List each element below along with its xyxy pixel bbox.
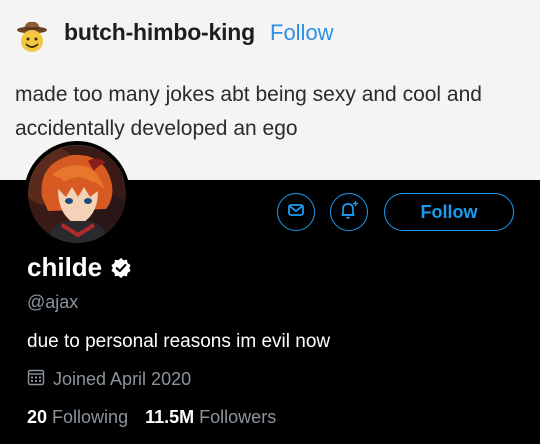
notifications-button[interactable] bbox=[330, 193, 368, 231]
followers-link[interactable]: 11.5M Followers bbox=[145, 407, 276, 428]
post-text: made too many jokes abt being sexy and c… bbox=[15, 83, 482, 140]
followers-label: Followers bbox=[199, 407, 277, 427]
name-row: childe bbox=[27, 252, 132, 283]
following-link[interactable]: 20 Following bbox=[27, 407, 128, 428]
bell-plus-icon bbox=[338, 199, 360, 226]
bio: due to personal reasons im evil now bbox=[27, 331, 331, 352]
post-follow-link[interactable]: Follow bbox=[270, 20, 334, 46]
post-username[interactable]: butch-himbo-king bbox=[64, 19, 255, 46]
following-label: Following bbox=[52, 407, 129, 427]
message-button[interactable] bbox=[277, 193, 315, 231]
cowboy-emoji-avatar[interactable] bbox=[15, 20, 49, 54]
handle: @ajax bbox=[27, 292, 79, 312]
verified-badge-icon bbox=[110, 257, 132, 279]
joined-date: Joined April 2020 bbox=[53, 369, 192, 389]
calendar-icon bbox=[27, 368, 45, 391]
follow-button[interactable]: Follow bbox=[384, 193, 514, 231]
following-count: 20 bbox=[27, 407, 48, 427]
envelope-icon bbox=[286, 200, 306, 225]
profile-stats: 20 Following 11.5M Followers bbox=[27, 407, 276, 428]
followers-count: 11.5M bbox=[145, 407, 195, 427]
joined-row: Joined April 2020 bbox=[27, 368, 191, 391]
display-name: childe bbox=[27, 252, 103, 282]
profile-avatar[interactable] bbox=[24, 141, 130, 247]
